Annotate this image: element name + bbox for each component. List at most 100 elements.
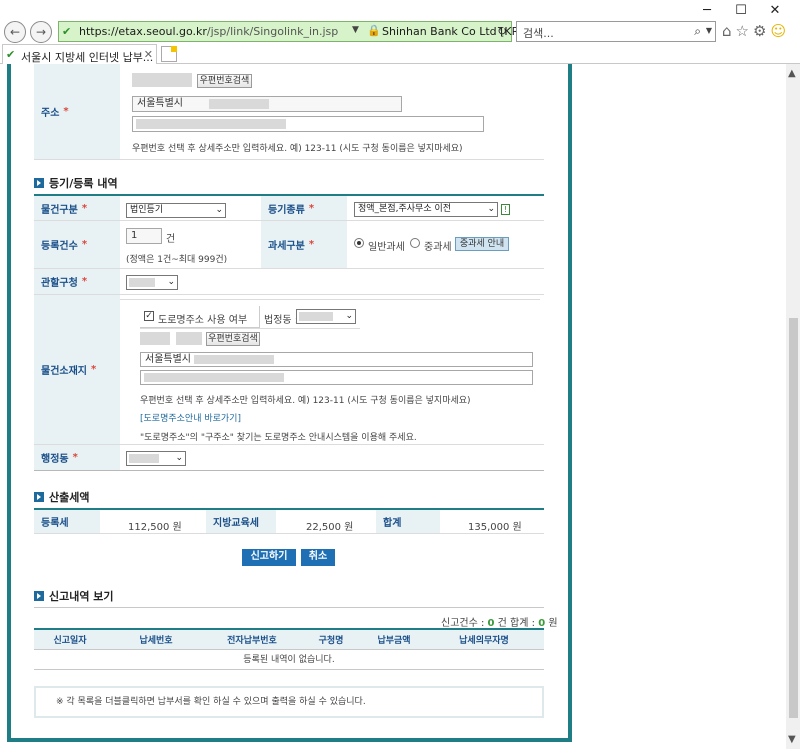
history-empty-row: 등록된 내역이 없습니다. <box>34 650 544 670</box>
location-label: 물건소재지 * <box>34 295 120 444</box>
road-addr-label: 도로명주소 사용 여부 <box>158 315 248 326</box>
bullet-icon <box>34 178 44 188</box>
loc-zip2-field[interactable] <box>176 332 202 345</box>
tab-title: 서울시 지방세 인터넷 납부... <box>21 51 154 64</box>
page-viewport: 주소 * 우편번호검색 서울특별시 우편번호 선택 후 상세주소만 입력하세요. … <box>0 64 786 749</box>
calc-row: 등록세 112,500 원 지방교육세 22,500 원 합계 135,000 … <box>34 508 544 534</box>
tab-row: ✔ 서울시 지방세 인터넷 납부... ✕ <box>0 44 800 64</box>
minimize-icon[interactable]: ─ <box>690 2 724 20</box>
submit-button[interactable]: 신고하기 <box>242 549 296 566</box>
bullet-icon <box>34 591 44 601</box>
district-label: 관할구청 * <box>34 269 120 294</box>
address-note: 우편번호 선택 후 상세주소만 입력하세요. 예) 123-11 (시도 구청 … <box>132 144 463 154</box>
zip-field[interactable] <box>132 73 192 87</box>
close-tab-icon[interactable]: ✕ <box>144 48 153 61</box>
item-type-label: 물건구분 * <box>34 196 120 220</box>
loc-zip-search-button[interactable]: 우편번호검색 <box>206 332 260 346</box>
location-row: 물건소재지 * ✓ 도로명주소 사용 여부 법정동 : ⌄ 우편번호검색 서울특별… <box>34 295 544 445</box>
bullet-icon <box>34 492 44 502</box>
chevron-down-icon[interactable]: ▼ <box>788 734 796 745</box>
divider <box>120 299 540 300</box>
masked-text <box>136 119 286 129</box>
window-controls: ─ ☐ ✕ <box>690 2 792 20</box>
col-header: 전자납부번호 <box>227 636 277 646</box>
smiley-icon[interactable]: ☺ <box>770 22 786 40</box>
tax-normal-label: 일반과세 <box>368 242 405 253</box>
url-text: https://etax.seoul.go.kr/jsp/link/Singol… <box>79 25 338 38</box>
back-icon[interactable]: ← <box>4 21 26 43</box>
col-header: 구청명 <box>318 636 344 646</box>
gear-icon[interactable]: ⚙ <box>753 22 766 40</box>
refresh-icon[interactable]: ↻ <box>497 24 507 38</box>
tax-normal-radio[interactable] <box>354 238 364 248</box>
section-calc: 산출세액 <box>34 489 89 505</box>
count-label: 등록건수 * <box>34 221 120 268</box>
toolbar-icons: ⌂ ☆ ⚙ ☺ <box>722 22 786 40</box>
loc-zip1-field[interactable] <box>140 332 170 345</box>
maximize-icon[interactable]: ☐ <box>724 2 758 20</box>
search-input[interactable]: 검색... ⌕ ▼ <box>516 21 716 42</box>
reg-kind-label: 등기종류 * <box>261 196 347 220</box>
tax-heavy-radio[interactable] <box>410 238 420 248</box>
chevron-down-icon[interactable]: ▼ <box>352 25 359 35</box>
item-type-select[interactable]: 법인등기 ⌄ <box>126 203 226 218</box>
col-header: 납세번호 <box>139 636 173 646</box>
forward-icon[interactable]: → <box>30 21 52 43</box>
road-guide-note: "도로명주소"의 "구주소" 찾기는 도로명주소 안내시스템을 이용해 주세요. <box>140 433 417 443</box>
road-addr-checkbox[interactable]: ✓ <box>144 311 154 321</box>
chevron-up-icon[interactable]: ▲ <box>788 68 796 79</box>
district-row: 관할구청 * ⌄ <box>34 269 544 295</box>
loc-note: 우편번호 선택 후 상세주소만 입력하세요. 예) 123-11 (시도 구청 … <box>140 396 471 406</box>
admin-dong-row: 행정동 * ⌄ <box>34 445 544 471</box>
zip-search-button[interactable]: 우편번호검색 <box>197 74 252 88</box>
masked-text <box>129 278 155 287</box>
section-history: 신고내역 보기 <box>34 588 114 604</box>
masked-text <box>209 99 269 109</box>
lock-icon[interactable]: 🔒 <box>367 24 381 37</box>
masked-text <box>144 373 284 382</box>
scrollbar-thumb[interactable] <box>789 318 798 718</box>
total-value: 135,000 원 <box>468 522 522 533</box>
count-row: 등록건수 * 1 건 (정액은 1건~최대 999건) 과세구분 * 일반과세 중과… <box>34 221 544 269</box>
divider <box>140 328 360 329</box>
total-label: 합계 <box>376 510 440 533</box>
star-icon[interactable]: ☆ <box>736 22 749 40</box>
tab-active[interactable]: ✔ 서울시 지방세 인터넷 납부... ✕ <box>2 44 157 64</box>
history-summary: 신고건수 : 0 건 합계 : 0 원 <box>441 618 558 629</box>
search-placeholder: 검색... <box>523 27 554 40</box>
close-icon[interactable]: ✕ <box>758 2 792 20</box>
divider <box>34 607 544 608</box>
edu-tax-value: 22,500 원 <box>306 522 354 533</box>
count-unit: 건 <box>166 234 176 245</box>
tax-heavy-info-button[interactable]: 중과세 안내 <box>455 237 509 251</box>
help-icon[interactable]: ! <box>501 204 510 215</box>
col-header: 납부금액 <box>377 636 411 646</box>
count-note: (정액은 1건~최대 999건) <box>126 255 228 265</box>
address-label: 주소 * <box>34 64 120 159</box>
url-path: /jsp/link/Singolink_in.jsp <box>206 25 339 38</box>
road-guide-link[interactable]: [도로명주소안내 바로가기] <box>140 411 241 424</box>
tax-type-label: 과세구분 * <box>261 221 347 268</box>
cancel-button[interactable]: 취소 <box>301 549 335 566</box>
reg-kind-select[interactable]: 정액_본점,주사무소 이전 ⌄ <box>354 202 498 217</box>
new-tab-button[interactable] <box>161 46 177 62</box>
masked-text <box>194 355 274 364</box>
page-scrollbar[interactable]: ▲ ▼ <box>786 64 800 749</box>
admin-dong-label: 행정동 * <box>34 445 120 470</box>
address-bar[interactable]: ✔ https://etax.seoul.go.kr/jsp/link/Sing… <box>58 21 524 42</box>
edu-tax-label: 지방교육세 <box>206 510 276 533</box>
history-footnote: ※ 각 목록을 더블클릭하면 납부서를 확인 하실 수 있으며 출력을 하실 수… <box>34 686 544 718</box>
masked-text <box>299 312 333 321</box>
chevron-down-icon[interactable]: ▼ <box>706 26 712 35</box>
site-icon: ✔ <box>6 48 16 61</box>
search-icon[interactable]: ⌕ <box>694 24 701 39</box>
masked-text <box>129 454 159 463</box>
reg-tax-value: 112,500 원 <box>128 522 182 533</box>
home-icon[interactable]: ⌂ <box>722 22 732 40</box>
count-input[interactable]: 1 <box>126 228 162 244</box>
legal-dong-label: 법정동 : <box>264 315 299 326</box>
item-type-row: 물건구분 * 법인등기 ⌄ 등기종류 * 정액_본점,주사무소 이전 ⌄ ! <box>34 194 544 221</box>
col-header: 납세의무자명 <box>459 636 509 646</box>
url-host: https://etax.seoul.go.kr <box>79 25 207 38</box>
nav-row: ← → ✔ https://etax.seoul.go.kr/jsp/link/… <box>4 20 796 44</box>
